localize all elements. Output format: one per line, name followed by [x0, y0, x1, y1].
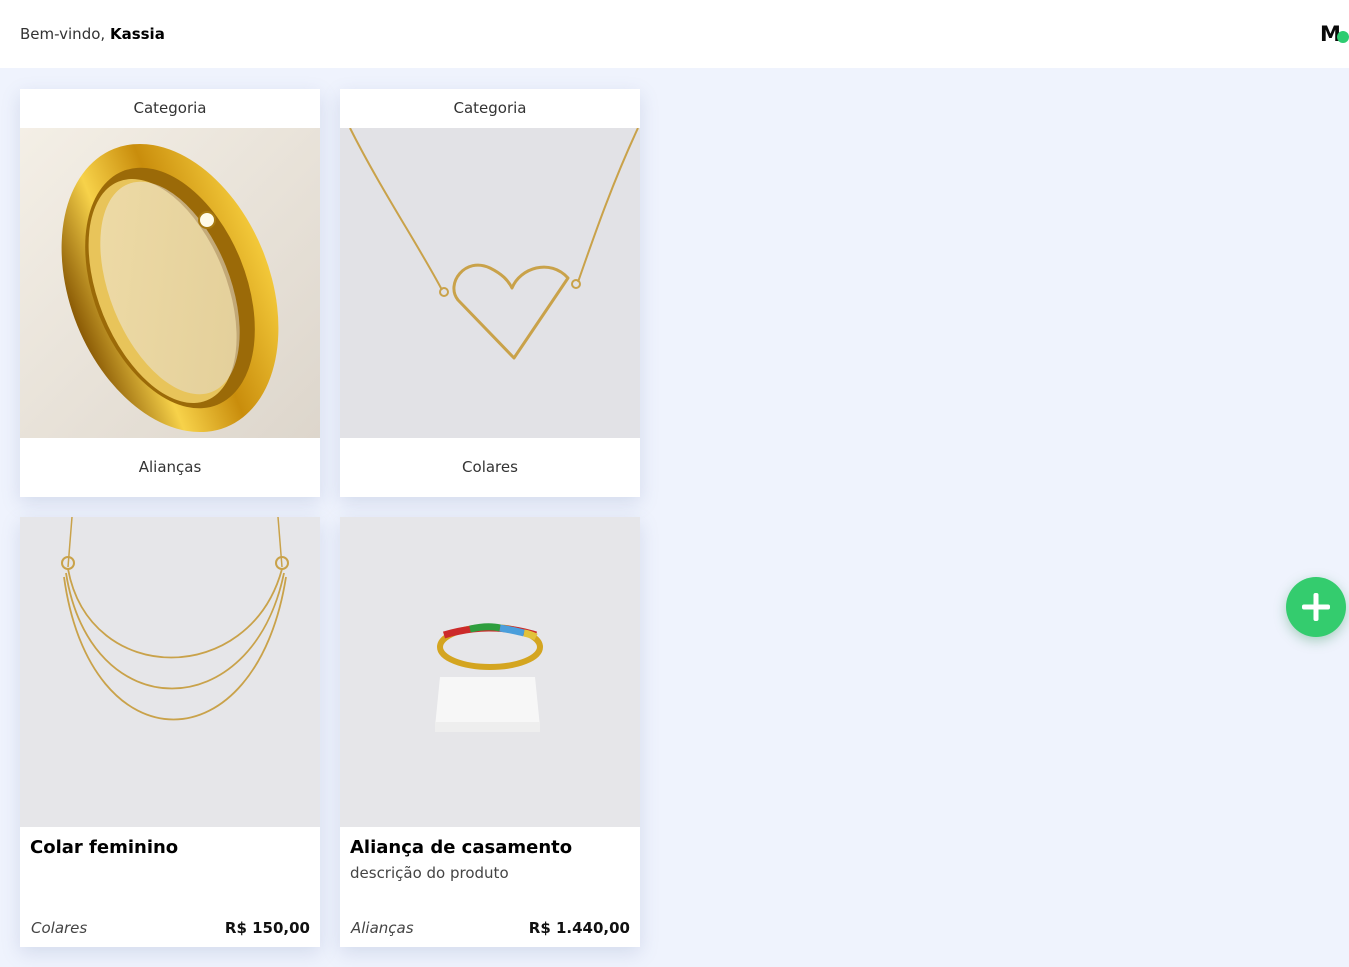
logo-dot [1337, 31, 1349, 43]
product-price: R$ 150,00 [224, 919, 310, 937]
app-logo[interactable]: M [1320, 22, 1349, 46]
category-card-name: Alianças [138, 458, 202, 476]
rainbow-ring-image [340, 517, 640, 827]
product-card-alianca-de-casamento[interactable]: Aliança de casamento descrição do produt… [340, 517, 640, 947]
top-header: Bem-vindo, Kassia M [0, 0, 1349, 68]
product-price: R$ 1.440,00 [528, 919, 630, 937]
product-card-body: Aliança de casamento descrição do produt… [340, 827, 640, 947]
product-title: Colar feminino [30, 837, 179, 858]
gold-wedding-ring-image [20, 128, 320, 438]
user-name: Kassia [109, 25, 165, 43]
category-card-header: Categoria [133, 99, 207, 117]
welcome-text: Bem-vindo, Kassia [20, 25, 165, 43]
add-button[interactable] [1286, 577, 1346, 637]
category-card-name: Colares [462, 458, 518, 476]
category-card-colares[interactable]: Categoria Colares [340, 89, 640, 497]
category-card-header: Categoria [453, 99, 527, 117]
product-category: Colares [31, 919, 88, 937]
heart-necklace-image [340, 128, 640, 438]
plus-icon [1302, 593, 1330, 621]
category-card-aliancas[interactable]: Categoria Alianças [20, 89, 320, 497]
product-title: Aliança de casamento [350, 837, 573, 858]
product-category: Alianças [351, 919, 414, 937]
product-card-body: Colar feminino Colares R$ 150,00 [20, 827, 320, 947]
product-description: descrição do produto [350, 864, 509, 882]
product-card-colar-feminino[interactable]: Colar feminino Colares R$ 150,00 [20, 517, 320, 947]
layered-necklace-image [20, 517, 320, 827]
greeting-label: Bem-vindo, [20, 25, 106, 43]
